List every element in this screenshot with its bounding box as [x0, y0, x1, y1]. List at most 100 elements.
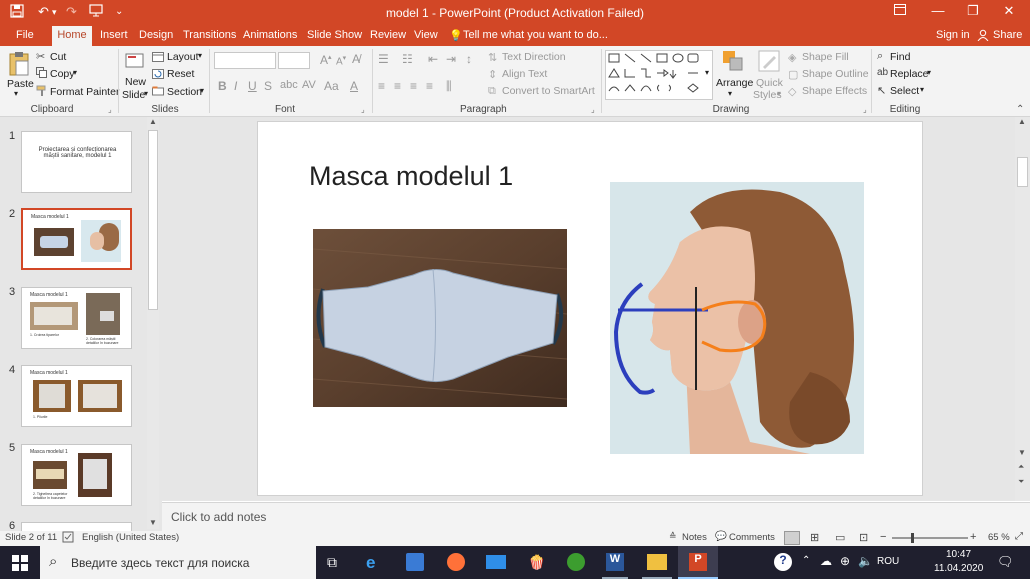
justify-icon[interactable]: ≡: [426, 79, 433, 93]
clock-date[interactable]: 11.04.2020: [934, 563, 983, 574]
slide-thumbnail[interactable]: Masca modelul 1 1. Pliurile: [21, 365, 132, 427]
numbering-icon[interactable]: ☷: [402, 52, 413, 66]
select-dropdown-icon[interactable]: ▾: [920, 85, 924, 94]
font-name-input[interactable]: [214, 52, 276, 69]
font-launcher-icon[interactable]: ⌟: [361, 105, 365, 114]
font-color-icon[interactable]: A: [350, 79, 358, 93]
bullets-icon[interactable]: ☰: [378, 52, 389, 66]
convert-smartart-button[interactable]: Convert to SmartArt: [502, 85, 595, 97]
share-button[interactable]: Share: [993, 29, 1022, 41]
paste-dropdown-icon[interactable]: ▾: [14, 89, 18, 98]
tab-home[interactable]: Home: [52, 26, 92, 46]
new-slide-label-2[interactable]: Slide: [122, 89, 145, 101]
clear-formatting-icon[interactable]: A̸: [352, 52, 360, 66]
windows-start-icon[interactable]: [12, 555, 28, 574]
face-profile-photo[interactable]: [610, 182, 864, 454]
bold-icon[interactable]: B: [218, 79, 227, 93]
decrease-indent-icon[interactable]: ⇤: [428, 52, 438, 66]
shapes-more-icon[interactable]: ▾: [705, 68, 709, 77]
shape-outline-button[interactable]: Shape Outline: [802, 68, 869, 80]
notes-toggle[interactable]: Notes: [682, 532, 707, 543]
align-left-icon[interactable]: ≡: [378, 79, 385, 93]
zoom-level[interactable]: 65 %: [988, 532, 1010, 543]
font-size-input[interactable]: [278, 52, 310, 69]
zoom-in-icon[interactable]: +: [970, 531, 976, 543]
cut-button[interactable]: Cut: [50, 51, 66, 63]
copy-dropdown-icon[interactable]: ▾: [73, 68, 77, 77]
store-icon[interactable]: [406, 553, 424, 571]
popcorn-app-icon[interactable]: 🍿: [528, 554, 545, 571]
notifications-icon[interactable]: 🗨: [997, 554, 1014, 570]
thumb-scrollbar-thumb[interactable]: [148, 130, 158, 310]
increase-font-icon[interactable]: A▴: [320, 53, 332, 67]
word-icon[interactable]: W: [606, 553, 624, 571]
sign-in-link[interactable]: Sign in: [936, 29, 970, 41]
comments-toggle[interactable]: Comments: [729, 532, 775, 543]
utorrent-icon[interactable]: [567, 553, 585, 571]
find-button[interactable]: Find: [890, 51, 910, 63]
zoom-slider-thumb[interactable]: [911, 533, 914, 543]
slide-thumbnail[interactable]: Proiectarea și confecționarea măștii san…: [21, 131, 132, 193]
paste-icon[interactable]: [8, 51, 30, 80]
line-spacing-icon[interactable]: ↕: [466, 52, 472, 66]
strikethrough-icon[interactable]: abc: [280, 79, 298, 91]
section-dropdown-icon[interactable]: ▾: [200, 86, 204, 95]
clipboard-launcher-icon[interactable]: ⌟: [108, 105, 112, 114]
ribbon-display-options-icon[interactable]: [885, 3, 915, 18]
scroll-up-icon[interactable]: ▲: [149, 117, 157, 126]
drawing-launcher-icon[interactable]: ⌟: [863, 105, 867, 114]
columns-icon[interactable]: ⫼: [446, 79, 452, 94]
firefox-icon[interactable]: [447, 553, 465, 571]
search-placeholder[interactable]: Введите здесь текст для поиска: [71, 556, 249, 570]
arrange-dropdown-icon[interactable]: ▾: [728, 89, 732, 98]
shadow-icon[interactable]: S: [264, 79, 272, 93]
edge-icon[interactable]: e: [366, 553, 375, 573]
tray-expand-icon[interactable]: ⌃: [802, 555, 810, 566]
new-slide-icon[interactable]: [125, 52, 145, 75]
mask-photo[interactable]: [313, 229, 567, 407]
previous-slide-icon[interactable]: ⏶: [1018, 462, 1024, 472]
align-right-icon[interactable]: ≡: [410, 79, 417, 93]
slide-thumbnail[interactable]: Masca modelul 1 2. Tighelirea capetelor …: [21, 444, 132, 506]
align-text-button[interactable]: Align Text: [502, 68, 547, 80]
slide-scrollbar[interactable]: ▲ ▼ ⏶ ⏷: [1015, 117, 1030, 501]
slide-title[interactable]: Masca modelul 1: [309, 161, 513, 192]
tab-animations[interactable]: Animations: [243, 29, 297, 41]
text-direction-button[interactable]: Text Direction: [502, 51, 566, 63]
paste-button[interactable]: Paste: [7, 78, 34, 90]
replace-dropdown-icon[interactable]: ▾: [927, 68, 931, 77]
shape-effects-button[interactable]: Shape Effects: [802, 85, 867, 97]
powerpoint-taskbar-active[interactable]: P: [678, 546, 718, 579]
slide-canvas[interactable]: Masca modelul 1: [257, 121, 923, 496]
underline-icon[interactable]: U: [248, 79, 257, 93]
copy-button[interactable]: Copy: [50, 68, 75, 80]
scroll-down-icon[interactable]: ▼: [149, 518, 157, 527]
slide-thumbnail-selected[interactable]: Masca modelul 1: [21, 208, 132, 270]
scroll-up-icon[interactable]: ▲: [1018, 117, 1026, 126]
align-center-icon[interactable]: ≡: [394, 79, 401, 93]
quick-styles-label-1[interactable]: Quick: [756, 77, 783, 89]
slide-scrollbar-thumb[interactable]: [1017, 157, 1028, 187]
new-slide-label-1[interactable]: New: [125, 76, 146, 88]
spellcheck-icon[interactable]: [62, 531, 74, 546]
arrange-icon[interactable]: [722, 50, 744, 75]
char-spacing-icon[interactable]: AV: [302, 79, 316, 91]
notes-icon[interactable]: ≙: [669, 531, 677, 542]
taskbar-search-box[interactable]: ⌕ Введите здесь текст для поиска: [40, 546, 316, 579]
tab-file[interactable]: File: [16, 29, 34, 41]
tell-me-box[interactable]: Tell me what you want to do...: [463, 29, 608, 41]
shapes-gallery[interactable]: [605, 50, 713, 100]
new-slide-dropdown-icon[interactable]: ▾: [144, 89, 148, 98]
volume-icon[interactable]: 🔈: [858, 554, 873, 568]
format-painter-button[interactable]: Format Painter: [50, 86, 119, 98]
collapse-ribbon-icon[interactable]: ⌃: [1016, 104, 1024, 115]
help-icon[interactable]: ?: [774, 553, 792, 571]
zoom-slider[interactable]: [892, 537, 968, 539]
italic-icon[interactable]: I: [234, 79, 237, 93]
language-indicator[interactable]: English (United States): [82, 532, 179, 543]
comments-icon[interactable]: 💬: [715, 531, 727, 542]
network-icon[interactable]: ⊕: [840, 554, 850, 568]
onedrive-icon[interactable]: ☁: [820, 554, 832, 568]
reset-button[interactable]: Reset: [167, 68, 194, 80]
select-button[interactable]: Select: [890, 85, 919, 97]
